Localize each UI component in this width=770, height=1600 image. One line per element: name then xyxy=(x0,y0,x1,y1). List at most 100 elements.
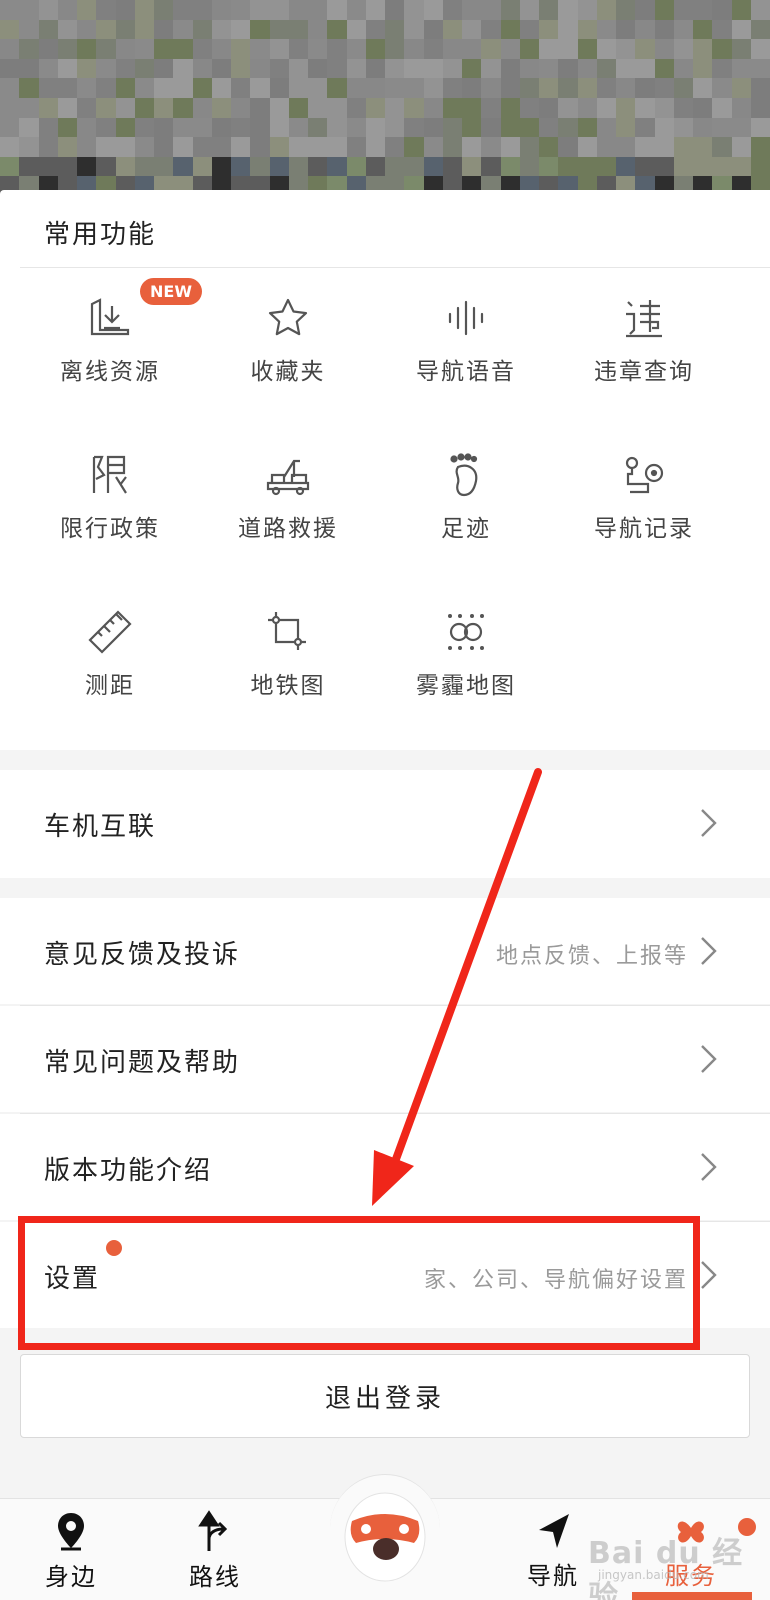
map-tile xyxy=(57,98,77,118)
map-tile xyxy=(519,137,539,157)
map-preview[interactable] xyxy=(0,0,770,196)
map-tile xyxy=(673,19,693,40)
map-tile xyxy=(635,0,655,20)
map-tile xyxy=(250,98,270,118)
map-tile xyxy=(115,156,135,177)
map-tile xyxy=(327,98,347,118)
map-tile xyxy=(423,0,443,20)
map-tile xyxy=(596,0,616,20)
map-tile xyxy=(115,58,135,79)
map-tile xyxy=(173,39,193,59)
grid-item-subway[interactable]: 地铁图 xyxy=(198,584,378,704)
map-tile xyxy=(192,78,212,98)
row-car-link[interactable]: 车机互联 xyxy=(0,770,770,878)
grid-item-offline[interactable]: NEW 离线资源 xyxy=(20,270,202,390)
map-tile xyxy=(519,117,539,138)
watermark: Bai du 经验 xyxy=(588,1536,744,1600)
map-tile xyxy=(269,78,289,98)
grid-item-smog[interactable]: 雾霾地图 xyxy=(376,584,556,704)
row-faq[interactable]: 常见问题及帮助 xyxy=(0,1006,770,1112)
map-tile xyxy=(404,19,424,40)
map-tile xyxy=(481,137,501,157)
mascot-icon xyxy=(344,1492,426,1582)
map-tile xyxy=(173,58,193,79)
map-tile xyxy=(404,156,424,177)
map-tile xyxy=(134,19,154,40)
grid-item-nav-record[interactable]: 导航记录 xyxy=(554,427,734,547)
row-title: 版本功能介绍 xyxy=(44,1156,213,1186)
map-tile xyxy=(173,156,193,177)
map-tile xyxy=(269,0,289,20)
map-tile xyxy=(481,78,501,98)
map-tile xyxy=(327,39,347,59)
grid-item-rescue[interactable]: 道路救援 xyxy=(198,427,378,547)
map-tile xyxy=(134,137,154,157)
row-version[interactable]: 版本功能介绍 xyxy=(0,1114,770,1220)
map-tile xyxy=(731,39,751,59)
map-tile xyxy=(288,0,308,20)
map-tile xyxy=(577,156,597,177)
map-tile xyxy=(288,156,308,177)
grid-item-footprint[interactable]: 足迹 xyxy=(376,427,556,547)
grid-item-measure[interactable]: 测距 xyxy=(20,584,200,704)
map-tile xyxy=(442,19,462,40)
map-tile xyxy=(365,19,385,40)
map-tile xyxy=(558,0,578,20)
map-tile xyxy=(211,98,231,118)
grid-item-favorites[interactable]: 收藏夹 xyxy=(198,270,378,390)
map-tile xyxy=(365,78,385,98)
map-tile xyxy=(693,19,713,40)
logout-button[interactable]: 退出登录 xyxy=(20,1354,750,1438)
grid-item-restriction[interactable]: 限行政策 xyxy=(20,427,200,547)
map-tile xyxy=(423,19,443,40)
map-tile xyxy=(115,78,135,98)
map-tile xyxy=(654,19,674,40)
map-tile xyxy=(134,117,154,138)
map-tile xyxy=(19,137,39,157)
voice-wave-icon xyxy=(436,290,496,346)
map-tile xyxy=(577,117,597,138)
map-tile xyxy=(596,39,616,59)
map-tile xyxy=(57,58,77,79)
map-tile xyxy=(500,39,520,59)
map-tile xyxy=(519,19,539,40)
map-tile xyxy=(96,39,116,59)
map-tile xyxy=(731,58,751,79)
map-tile xyxy=(596,58,616,79)
new-badge: NEW xyxy=(140,278,202,305)
grid-item-violation[interactable]: 违章查询 xyxy=(554,270,734,390)
grid-item-voice[interactable]: 导航语音 xyxy=(376,270,556,390)
tab-nearby[interactable]: 身边 xyxy=(16,1499,126,1600)
highlight-box xyxy=(18,1216,700,1350)
tab-route[interactable]: 路线 xyxy=(160,1499,270,1600)
map-tile xyxy=(654,98,674,118)
map-tile xyxy=(346,137,366,157)
map-tile xyxy=(38,39,58,59)
map-tile xyxy=(19,156,39,177)
map-tile xyxy=(481,19,501,40)
map-tile xyxy=(442,78,462,98)
chevron-right-icon xyxy=(701,1045,717,1073)
center-mascot-button[interactable] xyxy=(330,1474,440,1600)
map-tile xyxy=(250,19,270,40)
map-tile xyxy=(693,156,713,177)
map-tile xyxy=(423,98,443,118)
map-tile xyxy=(231,19,251,40)
map-tile xyxy=(462,19,482,40)
map-tile xyxy=(423,137,443,157)
map-tile xyxy=(539,98,559,118)
map-tile xyxy=(462,98,482,118)
map-tile xyxy=(173,0,193,20)
map-tile xyxy=(750,58,770,79)
map-tile xyxy=(211,58,231,79)
map-tile xyxy=(365,137,385,157)
map-tile xyxy=(442,39,462,59)
map-tile xyxy=(288,58,308,79)
map-tile xyxy=(0,156,20,177)
row-feedback[interactable]: 意见反馈及投诉 地点反馈、上报等 xyxy=(0,898,770,1004)
map-tile xyxy=(19,117,39,138)
map-tile xyxy=(462,39,482,59)
map-tile xyxy=(673,137,693,157)
map-tile xyxy=(481,0,501,20)
map-tile xyxy=(731,156,751,177)
